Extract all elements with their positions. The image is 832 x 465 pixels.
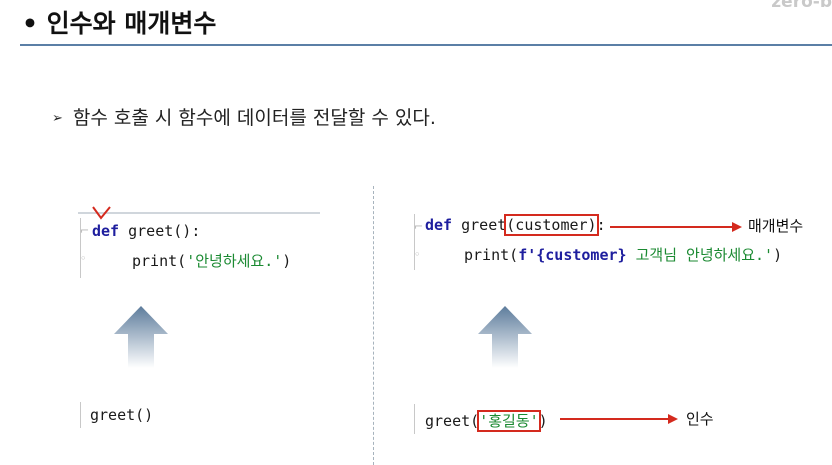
call-gutter-line — [80, 402, 81, 428]
argument-pointer-line — [560, 418, 670, 420]
argument-highlight: '홍길동' — [477, 410, 541, 432]
panel-divider — [373, 186, 374, 465]
editor-top-bar — [78, 212, 320, 214]
fold-marker-icon: ⌐ — [414, 220, 424, 233]
right-print-line: print(f'{customer} 고객님 안녕하세요.') — [464, 244, 782, 265]
up-arrow-icon — [478, 306, 532, 368]
argument-pointer-arrowhead — [668, 414, 678, 424]
left-print-line: print('안녕하세요.') — [132, 250, 291, 271]
slide-title: • 인수와 매개변수 — [22, 9, 217, 38]
def-keyword: def — [425, 216, 453, 234]
subtitle-text: 함수 호출 시 함수에 데이터를 전달할 수 있다. — [72, 107, 436, 129]
fold-marker-icon: ◦ — [80, 252, 87, 265]
parameter-pointer-arrowhead — [732, 222, 742, 232]
print-open: print( — [464, 246, 519, 264]
right-def-line: def greet(customer): — [425, 214, 606, 236]
def-colon: : — [596, 216, 606, 234]
cursor-caret-icon — [92, 206, 111, 220]
right-call-line: greet('홍길동') — [425, 410, 548, 432]
parameter-label: 매개변수 — [748, 217, 804, 235]
up-arrow-icon — [114, 306, 168, 368]
fold-marker-icon: ⌐ — [80, 224, 90, 237]
brand-logo: zero-b — [771, 0, 832, 12]
function-signature: greet(): — [119, 222, 201, 240]
print-string: '안녕하세요.' — [186, 252, 283, 270]
left-call-line: greet() — [90, 406, 154, 424]
left-def-line: def greet(): — [92, 222, 200, 240]
parameter-highlight: (customer) — [504, 214, 599, 236]
fstring-text: 고객님 안녕하세요.' — [626, 246, 774, 264]
parameter-pointer-line — [610, 226, 734, 228]
subtitle-line: ➢ 함수 호출 시 함수에 데이터를 전달할 수 있다. — [52, 103, 436, 130]
call-head: greet( — [425, 412, 480, 430]
print-close: ) — [282, 252, 292, 270]
argument-label: 인수 — [686, 410, 714, 428]
def-keyword: def — [92, 222, 120, 240]
fstring-variable: {customer} — [536, 246, 627, 264]
function-name: greet — [452, 216, 507, 234]
call-gutter-line — [414, 404, 415, 434]
call-close: ) — [538, 412, 548, 430]
print-close: ) — [773, 246, 783, 264]
bullet-arrow-icon: ➢ — [52, 111, 63, 126]
fstring-prefix: f' — [518, 246, 537, 264]
fold-marker-icon: ◦ — [414, 248, 421, 261]
title-underline — [20, 44, 832, 46]
print-open: print( — [132, 252, 187, 270]
